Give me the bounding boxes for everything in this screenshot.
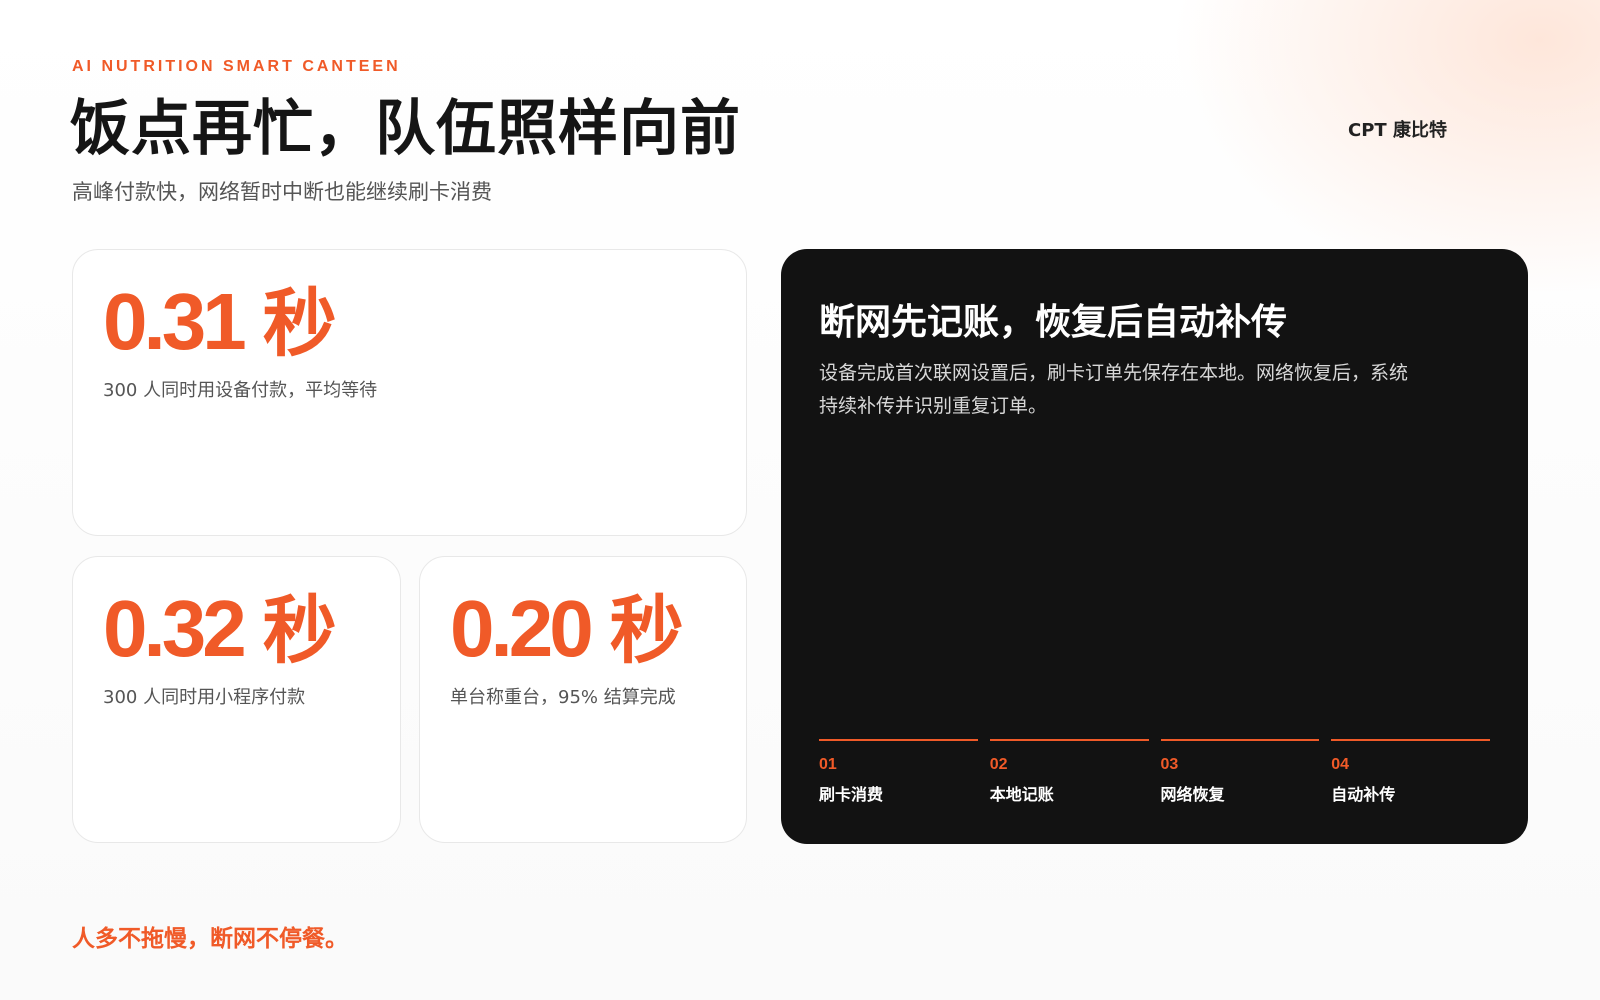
metric-card-device-payment: 0.31 秒 300 人同时用设备付款，平均等待 — [72, 249, 747, 536]
metric-caption: 300 人同时用小程序付款 — [103, 687, 306, 708]
metric-caption: 300 人同时用设备付款，平均等待 — [103, 380, 378, 401]
page-title: 饭点再忙，队伍照样向前 — [70, 94, 741, 164]
step-label: 自动补传 — [1331, 785, 1396, 804]
metric-number: 0.31 — [103, 277, 247, 366]
metric-value: 0.32 秒 — [103, 579, 337, 681]
step-number: 02 — [989, 756, 1008, 773]
process-step: 02 本地记账 — [989, 739, 1149, 805]
metric-caption: 单台称重台，95% 结算完成 — [450, 687, 676, 708]
offline-mode-panel: 断网先记账，恢复后自动补传 设备完成首次联网设置后，刷卡订单先保存在本地。网络恢… — [781, 249, 1528, 844]
metric-unit: 秒 — [262, 281, 337, 367]
process-steps: 01 刷卡消费 02 本地记账 03 网络恢复 04 自动补传 — [819, 739, 1490, 805]
process-step: 03 网络恢复 — [1160, 739, 1320, 805]
step-number: 04 — [1331, 756, 1350, 773]
step-number: 01 — [819, 756, 837, 773]
offline-panel-title: 断网先记账，恢复后自动补传 — [819, 302, 1288, 343]
brand-logo-text: CPT 康比特 — [1348, 120, 1447, 141]
metric-number: 0.32 — [103, 584, 247, 673]
metric-value: 0.20 秒 — [450, 579, 684, 681]
process-step: 01 刷卡消费 — [819, 739, 978, 805]
footer-tagline: 人多不拖慢，断网不停餐。 — [72, 926, 348, 952]
metric-number: 0.20 — [450, 584, 594, 673]
step-label: 本地记账 — [989, 785, 1054, 804]
page-subtitle: 高峰付款快，网络暂时中断也能继续刷卡消费 — [72, 180, 492, 204]
metric-card-weighing-station: 0.20 秒 单台称重台，95% 结算完成 — [419, 556, 747, 843]
offline-panel-description: 设备完成首次联网设置后，刷卡订单先保存在本地。网络恢复后，系统持续补传并识别重复… — [819, 362, 1409, 417]
metric-unit: 秒 — [609, 588, 684, 674]
kicker-label: AI NUTRITION SMART CANTEEN — [72, 58, 401, 75]
step-label: 网络恢复 — [1160, 785, 1225, 804]
step-label: 刷卡消费 — [819, 785, 884, 804]
metric-card-miniprogram-payment: 0.32 秒 300 人同时用小程序付款 — [72, 556, 401, 843]
step-number: 03 — [1160, 756, 1179, 773]
process-step: 04 自动补传 — [1331, 739, 1490, 805]
metric-value: 0.31 秒 — [103, 272, 337, 374]
metric-unit: 秒 — [262, 588, 337, 674]
